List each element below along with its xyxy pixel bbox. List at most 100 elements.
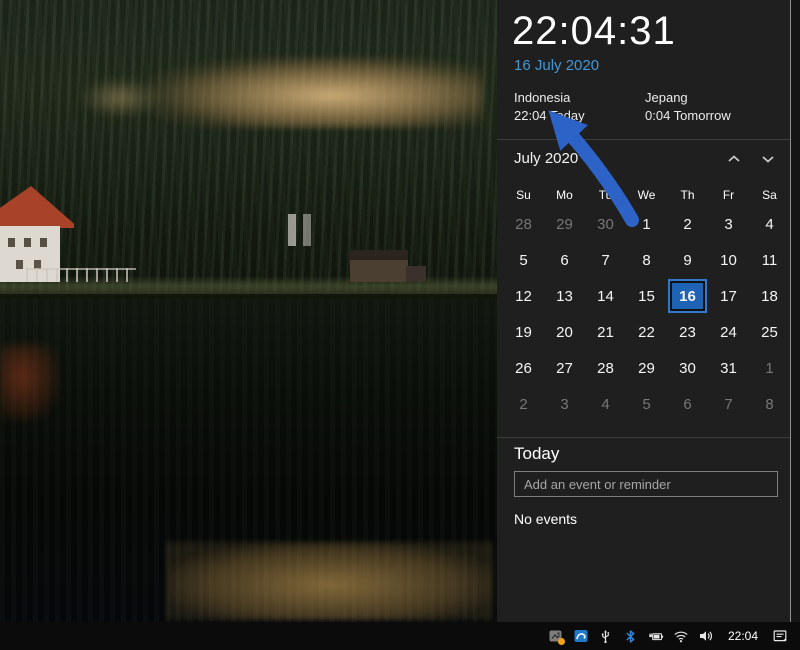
calendar-day[interactable]: 11: [749, 242, 790, 278]
calendar-day[interactable]: 3: [544, 386, 585, 422]
downloader-app-icon[interactable]: [573, 628, 589, 644]
calendar-day[interactable]: 3: [708, 206, 749, 242]
calendar-day[interactable]: 30: [585, 206, 626, 242]
calendar-day-number: 1: [765, 360, 773, 377]
calendar-day[interactable]: 2: [667, 206, 708, 242]
calendar-day-number: 29: [556, 216, 573, 233]
calendar-day[interactable]: 20: [544, 314, 585, 350]
app-notification-icon[interactable]: [548, 628, 564, 644]
calendar-day[interactable]: 8: [749, 386, 790, 422]
calendar-day[interactable]: 6: [544, 242, 585, 278]
world-clock-time: 0:04 Tomorrow: [645, 108, 776, 123]
calendar-header: July 2020: [514, 150, 776, 167]
calendar-day-number: 5: [642, 396, 650, 413]
calendar-day[interactable]: 31: [708, 350, 749, 386]
calendar-day-number: 7: [601, 252, 609, 269]
calendar-grid: 2829301234567891011121314151617181920212…: [503, 206, 790, 422]
calendar-day-number: 26: [515, 360, 532, 377]
current-date-link[interactable]: 16 July 2020: [514, 57, 599, 74]
day-of-week-label: We: [638, 188, 656, 202]
no-events-label: No events: [514, 511, 577, 527]
calendar-day-number: 22: [638, 324, 655, 341]
calendar-day[interactable]: 10: [708, 242, 749, 278]
usb-icon[interactable]: [598, 628, 614, 644]
calendar-day-number: 8: [765, 396, 773, 413]
wallpaper-golden-trees-patch: [80, 78, 160, 118]
calendar-month-label[interactable]: July 2020: [514, 150, 578, 167]
calendar-day-number: 1: [642, 216, 650, 233]
calendar-day[interactable]: 25: [749, 314, 790, 350]
calendar-day[interactable]: 21: [585, 314, 626, 350]
calendar-day[interactable]: 30: [667, 350, 708, 386]
calendar-day[interactable]: 6: [667, 386, 708, 422]
calendar-day-number: 10: [720, 252, 737, 269]
calendar-day-number: 9: [683, 252, 691, 269]
wallpaper-forest: [0, 0, 497, 300]
calendar-nav: [726, 151, 776, 167]
wallpaper-golden-reflection: [168, 542, 493, 620]
calendar-day-number: 8: [642, 252, 650, 269]
calendar-day-number: 20: [556, 324, 573, 341]
calendar-day[interactable]: 9: [667, 242, 708, 278]
calendar-day[interactable]: 7: [585, 242, 626, 278]
calendar-day[interactable]: 4: [585, 386, 626, 422]
calendar-day-number: 5: [519, 252, 527, 269]
calendar-day[interactable]: 18: [749, 278, 790, 314]
calendar-day[interactable]: 12: [503, 278, 544, 314]
action-center-icon[interactable]: [772, 628, 788, 644]
divider: [497, 437, 790, 438]
calendar-day-number: 27: [556, 360, 573, 377]
taskbar-clock[interactable]: 22:04: [728, 629, 758, 643]
calendar-day-number: 3: [560, 396, 568, 413]
day-of-week-label: Tu: [599, 188, 613, 202]
battery-charging-icon[interactable]: [648, 628, 664, 644]
calendar-day[interactable]: 1: [749, 350, 790, 386]
calendar-day[interactable]: 22: [626, 314, 667, 350]
day-of-week-label: Su: [516, 188, 531, 202]
wallpaper-banners: [288, 214, 324, 246]
calendar-day[interactable]: 4: [749, 206, 790, 242]
calendar-day[interactable]: 29: [544, 206, 585, 242]
world-clock-time: 22:04 Today: [514, 108, 645, 123]
calendar-day[interactable]: 7: [708, 386, 749, 422]
calendar-day[interactable]: 23: [667, 314, 708, 350]
world-clocks: Indonesia 22:04 Today Jepang 0:04 Tomorr…: [514, 90, 776, 123]
wallpaper-house-reflection: [0, 345, 58, 421]
calendar-day[interactable]: 29: [626, 350, 667, 386]
calendar-day[interactable]: 8: [626, 242, 667, 278]
chevron-up-icon[interactable]: [726, 151, 742, 167]
calendar-day[interactable]: 26: [503, 350, 544, 386]
calendar-day-number: 11: [762, 252, 778, 269]
calendar-day[interactable]: 19: [503, 314, 544, 350]
calendar-day-selected[interactable]: 16: [667, 278, 708, 314]
calendar-day-number: 2: [519, 396, 527, 413]
chevron-down-icon[interactable]: [760, 151, 776, 167]
add-event-input[interactable]: [514, 471, 778, 497]
calendar-day[interactable]: 5: [626, 386, 667, 422]
calendar-day[interactable]: 1: [626, 206, 667, 242]
calendar-day-number: 30: [679, 360, 696, 377]
world-clock-name: Jepang: [645, 90, 776, 105]
calendar-day[interactable]: 24: [708, 314, 749, 350]
calendar-day[interactable]: 14: [585, 278, 626, 314]
calendar-day[interactable]: 28: [503, 206, 544, 242]
bluetooth-icon[interactable]: [623, 628, 639, 644]
calendar-day[interactable]: 28: [585, 350, 626, 386]
wifi-icon[interactable]: [673, 628, 689, 644]
world-clock-jepang: Jepang 0:04 Tomorrow: [645, 90, 776, 123]
calendar-day-number: 2: [683, 216, 691, 233]
calendar-day-number: 19: [515, 324, 532, 341]
calendar-day[interactable]: 5: [503, 242, 544, 278]
digital-clock: 22:04:31: [512, 9, 676, 54]
calendar-day-number: 21: [597, 324, 614, 341]
calendar-day-number: 4: [601, 396, 609, 413]
calendar-day[interactable]: 27: [544, 350, 585, 386]
calendar-day[interactable]: 13: [544, 278, 585, 314]
calendar-day[interactable]: 15: [626, 278, 667, 314]
calendar-day-number: 6: [560, 252, 568, 269]
calendar-day-headers: SuMoTuWeThFrSa: [503, 188, 790, 202]
screen-edge: [791, 0, 800, 622]
calendar-day[interactable]: 17: [708, 278, 749, 314]
calendar-day[interactable]: 2: [503, 386, 544, 422]
volume-icon[interactable]: [698, 628, 714, 644]
